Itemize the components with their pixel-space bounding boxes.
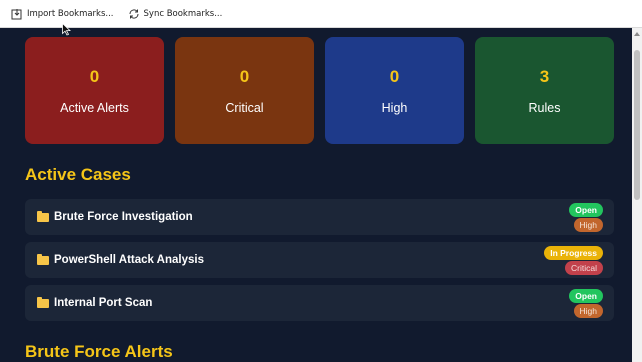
case-badges: In Progress Critical — [544, 246, 603, 276]
case-badges: Open High — [569, 289, 603, 319]
import-icon — [11, 8, 22, 19]
mouse-cursor-icon — [62, 23, 71, 36]
stat-card-rules[interactable]: 3 Rules — [475, 37, 614, 144]
stat-label: Active Alerts — [60, 100, 129, 115]
status-badge: Open — [569, 289, 603, 303]
active-cases-heading: Active Cases — [25, 165, 131, 184]
bookmarks-toolbar: Import Bookmarks... Sync Bookmarks... — [0, 0, 642, 28]
folder-icon — [37, 253, 49, 265]
stat-value: 3 — [539, 66, 550, 86]
vertical-scrollbar[interactable] — [632, 28, 642, 362]
status-badge: In Progress — [544, 246, 603, 260]
status-badge: Open — [569, 203, 603, 217]
stat-label: Critical — [225, 100, 264, 115]
case-row[interactable]: Brute Force Investigation Open High — [25, 199, 614, 235]
stat-label: High — [381, 100, 408, 115]
stat-card-critical[interactable]: 0 Critical — [175, 37, 314, 144]
severity-badge: Critical — [565, 261, 603, 275]
scroll-up-arrow-icon[interactable] — [634, 32, 640, 36]
case-title: Internal Port Scan — [54, 297, 153, 309]
sync-bookmarks-label: Sync Bookmarks... — [143, 8, 223, 19]
sync-icon — [129, 8, 139, 19]
case-list: Brute Force Investigation Open High Powe… — [25, 199, 614, 328]
severity-badge: High — [573, 218, 603, 232]
stat-card-high[interactable]: 0 High — [325, 37, 464, 144]
scrollbar-thumb[interactable] — [634, 50, 640, 200]
brute-force-alerts-heading: Brute Force Alerts — [25, 342, 173, 361]
stat-card-active-alerts[interactable]: 0 Active Alerts — [25, 37, 164, 144]
case-title: Brute Force Investigation — [54, 211, 193, 223]
stats-row: 0 Active Alerts 0 Critical 0 High 3 Rule… — [25, 37, 614, 144]
stat-value: 0 — [89, 66, 100, 86]
stat-label: Rules — [528, 100, 561, 115]
stat-value: 0 — [239, 66, 250, 86]
case-badges: Open High — [569, 203, 603, 233]
case-row[interactable]: PowerShell Attack Analysis In Progress C… — [25, 242, 614, 278]
folder-icon — [37, 210, 49, 222]
case-title: PowerShell Attack Analysis — [54, 254, 204, 266]
severity-badge: High — [573, 304, 603, 318]
stat-value: 0 — [389, 66, 400, 86]
import-bookmarks-button[interactable]: Import Bookmarks... — [11, 4, 114, 24]
sync-bookmarks-button[interactable]: Sync Bookmarks... — [128, 4, 223, 24]
folder-icon — [37, 296, 49, 308]
import-bookmarks-label: Import Bookmarks... — [27, 8, 114, 19]
dashboard-main: 0 Active Alerts 0 Critical 0 High 3 Rule… — [0, 28, 632, 362]
case-row[interactable]: Internal Port Scan Open High — [25, 285, 614, 321]
